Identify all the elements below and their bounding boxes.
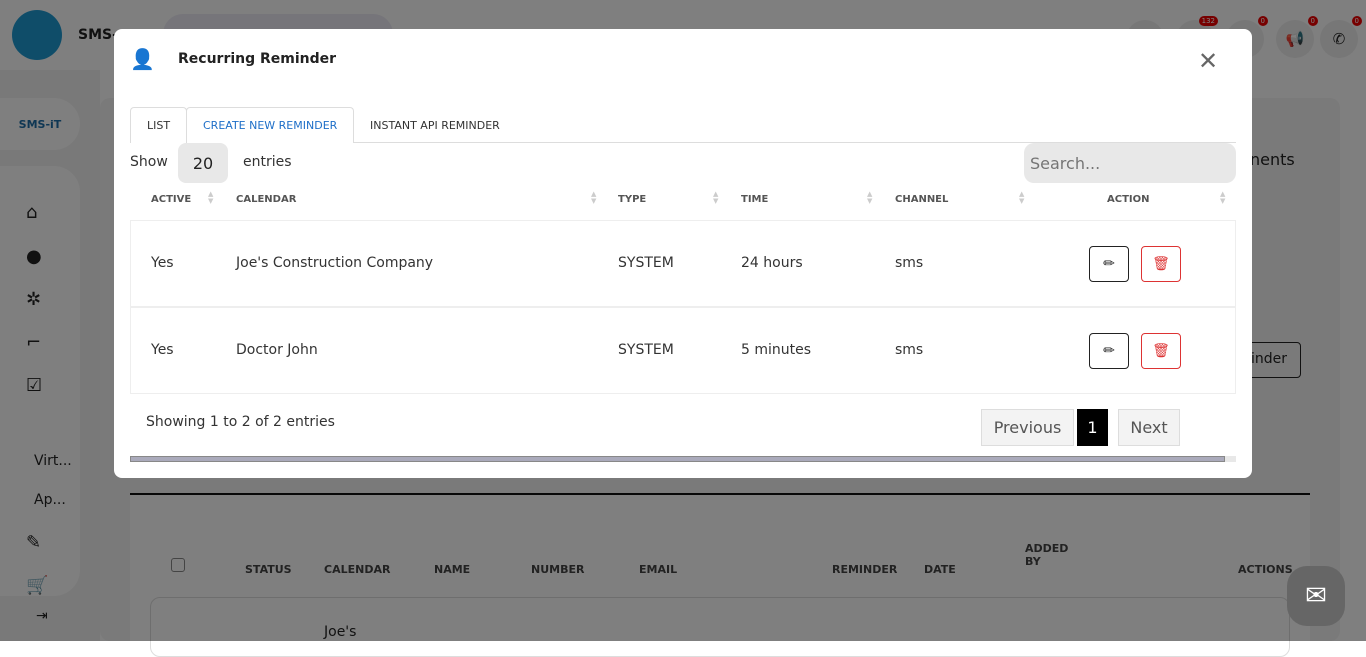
close-icon[interactable]: ✕ (1198, 47, 1218, 75)
sort-icon[interactable]: ▲ ▼ (713, 191, 718, 205)
cell-time: 5 minutes (741, 342, 812, 358)
table-row: Yes Doctor John SYSTEM 5 minutes sms ✏ 🗑 (130, 307, 1236, 394)
cell-channel: sms (895, 342, 924, 358)
horizontal-scrollbar[interactable] (130, 456, 1236, 462)
table-info: Showing 1 to 2 of 2 entries (146, 414, 335, 430)
cell-active: Yes (151, 342, 174, 358)
envelope-icon: ✉ (1305, 581, 1327, 611)
sort-icon[interactable]: ▲ ▼ (591, 191, 596, 205)
recurring-reminder-modal: 👤 Recurring Reminder ✕ LIST CREATE NEW R… (114, 29, 1252, 478)
tab-list[interactable]: LIST (130, 107, 188, 143)
sort-icon[interactable]: ▲ ▼ (1220, 191, 1225, 205)
tab-instant-api-reminder[interactable]: INSTANT API REMINDER (353, 107, 517, 143)
trash-icon: 🗑 (1152, 256, 1170, 272)
cell-type: SYSTEM (618, 255, 674, 271)
entries-select[interactable]: 20 (178, 143, 228, 183)
message-fab[interactable]: ✉ (1287, 566, 1345, 626)
user-edit-icon: 👤 (130, 47, 155, 71)
sort-icon[interactable]: ▲ ▼ (208, 191, 213, 205)
cell-calendar: Doctor John (236, 342, 318, 358)
scrollbar-thumb[interactable] (130, 456, 1225, 462)
cell-channel: sms (895, 255, 924, 271)
edit-button[interactable]: ✏ (1089, 246, 1129, 282)
pencil-icon: ✏ (1103, 343, 1115, 359)
page-1-button[interactable]: 1 (1077, 409, 1108, 446)
cell-type: SYSTEM (618, 342, 674, 358)
table-row: Yes Joe's Construction Company SYSTEM 24… (130, 220, 1236, 307)
search-input[interactable] (1024, 143, 1236, 183)
delete-button[interactable]: 🗑 (1141, 333, 1181, 369)
cell-calendar: Joe's Construction Company (236, 255, 434, 271)
modal-title: Recurring Reminder (178, 51, 337, 67)
col-channel[interactable]: CHANNEL (895, 194, 948, 205)
entries-label: entries (243, 154, 292, 170)
cell-time: 24 hours (741, 255, 803, 271)
col-calendar[interactable]: CALENDAR (236, 194, 296, 205)
col-action: ACTION (1107, 194, 1150, 205)
tabs: LIST CREATE NEW REMINDER INSTANT API REM… (130, 107, 1236, 143)
tab-create-new-reminder[interactable]: CREATE NEW REMINDER (186, 107, 355, 143)
col-type[interactable]: TYPE (618, 194, 646, 205)
cell-active: Yes (151, 255, 174, 271)
sort-icon[interactable]: ▲ ▼ (1019, 191, 1024, 205)
col-active[interactable]: ACTIVE (151, 194, 191, 205)
sort-icon[interactable]: ▲ ▼ (867, 191, 872, 205)
delete-button[interactable]: 🗑 (1141, 246, 1181, 282)
next-button[interactable]: Next (1118, 409, 1180, 446)
edit-button[interactable]: ✏ (1089, 333, 1129, 369)
pencil-icon: ✏ (1103, 256, 1115, 272)
previous-button[interactable]: Previous (981, 409, 1074, 446)
col-time[interactable]: TIME (741, 194, 768, 205)
show-label: Show (130, 154, 168, 170)
trash-icon: 🗑 (1152, 343, 1170, 359)
